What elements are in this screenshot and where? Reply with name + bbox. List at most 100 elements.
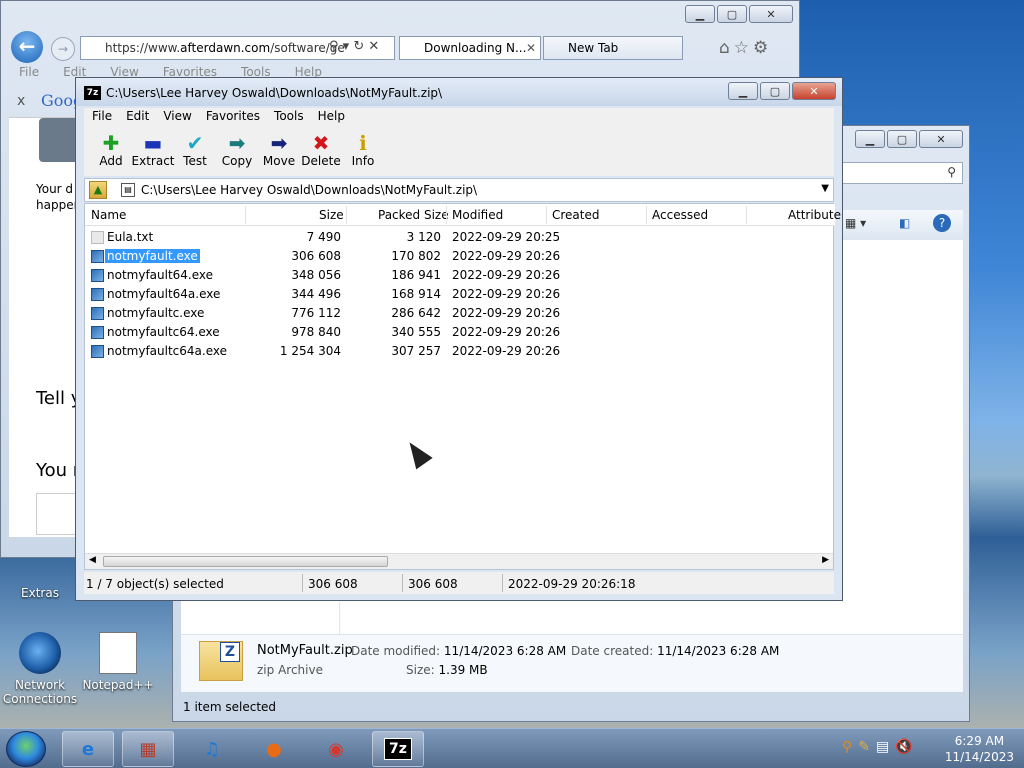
clock[interactable]: 6:29 AM 11/14/2023 <box>945 731 1014 767</box>
menu-favorites[interactable]: Favorites <box>206 109 260 127</box>
row-name: notmyfault64.exe <box>107 268 214 282</box>
start-button[interactable] <box>6 731 46 767</box>
menu-file[interactable]: File <box>19 65 39 79</box>
column-accessed[interactable]: Accessed <box>652 208 708 222</box>
taskbar-music-icon[interactable]: ♫ <box>186 731 238 767</box>
scroll-right-icon[interactable]: ▶ <box>822 555 829 565</box>
toolbar-close-icon[interactable]: x <box>17 93 25 109</box>
explorer-search-box[interactable]: ⚲ <box>823 162 963 184</box>
column-attributes[interactable]: Attribute <box>788 208 841 222</box>
row-size: 306 608 <box>291 249 341 263</box>
taskbar-store-icon[interactable]: ▦ <box>122 731 174 767</box>
scroll-left-icon[interactable]: ◀ <box>89 555 96 565</box>
table-row[interactable]: Eula.txt 7 490 3 120 2022-09-29 20:25 <box>85 228 835 247</box>
path-bar[interactable]: ▲ ▤ C:\Users\Lee Harvey Oswald\Downloads… <box>84 178 834 202</box>
help-icon[interactable]: ? <box>933 214 951 232</box>
menu-view[interactable]: View <box>163 109 191 127</box>
exe-file-icon <box>91 307 104 320</box>
table-row[interactable]: notmyfault64.exe 348 056 186 941 2022-09… <box>85 266 835 285</box>
sevenzip-app-icon: 7z <box>84 86 101 100</box>
network-tray-icon[interactable]: ▤ <box>876 739 895 755</box>
copy-arrow-icon: ➡ <box>228 131 246 155</box>
window-controls: ▁ ▢ ✕ <box>728 82 836 100</box>
volume-muted-icon[interactable]: 🔇 <box>895 739 918 755</box>
desktop-icon-network-connections[interactable]: Network Connections <box>0 632 80 706</box>
menu-file[interactable]: File <box>92 109 112 127</box>
copy-button[interactable]: ➡ Copy <box>216 128 258 176</box>
taskbar: e ▦ ♫ ● ◉ 7z ⚲✎▤🔇 6:29 AM 11/14/2023 <box>0 728 1024 768</box>
refresh-icon[interactable]: ↻ <box>353 39 364 54</box>
menu-tools[interactable]: Tools <box>274 109 304 127</box>
add-button[interactable]: ✚ Add <box>90 128 132 176</box>
minimize-button[interactable]: ▁ <box>685 5 715 23</box>
close-button[interactable]: ✕ <box>919 130 963 148</box>
table-row[interactable]: notmyfault64a.exe 344 496 168 914 2022-0… <box>85 285 835 304</box>
column-size[interactable]: Size <box>319 208 344 222</box>
settings-gear-icon[interactable]: ⚙ <box>753 38 772 58</box>
sevenzip-window[interactable]: 7z C:\Users\Lee Harvey Oswald\Downloads\… <box>75 77 843 601</box>
test-button[interactable]: ✔ Test <box>174 128 216 176</box>
path-dropdown-icon[interactable]: ▼ <box>821 183 829 194</box>
minimize-button[interactable]: ▁ <box>728 82 758 100</box>
desktop-icon-notepadpp[interactable]: Notepad++ <box>78 632 158 692</box>
table-row[interactable]: notmyfaultc64.exe 978 840 340 555 2022-0… <box>85 323 835 342</box>
favorites-star-icon[interactable]: ☆ <box>734 38 753 58</box>
dropdown-icon[interactable]: ▾ <box>343 39 350 54</box>
column-created[interactable]: Created <box>552 208 600 222</box>
extract-button[interactable]: ▬ Extract <box>132 128 175 176</box>
exe-file-icon <box>91 288 104 301</box>
view-options-icon[interactable]: ▦ ▾ <box>845 216 866 230</box>
taskbar-chrome-icon[interactable]: ◉ <box>310 731 362 767</box>
preview-pane-icon[interactable]: ◧ <box>899 216 910 230</box>
maximize-button[interactable]: ▢ <box>717 5 747 23</box>
search-icon[interactable]: ⚲ <box>329 39 339 54</box>
size-label: Size: <box>406 663 435 677</box>
address-actions: ⚲ ▾ ↻ ✕ <box>329 39 379 54</box>
tools-tray-icon[interactable]: ✎ <box>858 739 876 755</box>
maximize-button[interactable]: ▢ <box>887 130 917 148</box>
table-row[interactable]: notmyfaultc.exe 776 112 286 642 2022-09-… <box>85 304 835 323</box>
search-tray-icon[interactable]: ⚲ <box>842 739 858 755</box>
close-button[interactable]: ✕ <box>749 5 793 23</box>
column-modified[interactable]: Modified <box>452 208 503 222</box>
maximize-button[interactable]: ▢ <box>760 82 790 100</box>
table-row-selected[interactable]: notmyfault.exe 306 608 170 802 2022-09-2… <box>85 247 835 266</box>
horizontal-scrollbar[interactable]: ◀ ▶ <box>85 553 833 569</box>
menu-edit[interactable]: Edit <box>126 109 149 127</box>
details-file-name: NotMyFault.zip <box>257 643 353 658</box>
close-button[interactable]: ✕ <box>792 82 836 100</box>
folder-up-icon[interactable]: ▲ <box>89 181 107 199</box>
home-icon[interactable]: ⌂ <box>719 38 734 58</box>
row-packed: 307 257 <box>391 344 441 358</box>
check-icon: ✔ <box>186 131 204 155</box>
forward-button[interactable]: → <box>51 37 75 61</box>
table-row[interactable]: notmyfaultc64a.exe 1 254 304 307 257 202… <box>85 342 835 361</box>
tab-downloading[interactable]: Downloading N... ✕ <box>399 36 541 60</box>
taskbar-sevenzip-icon[interactable]: 7z <box>372 731 424 767</box>
move-button[interactable]: ➡ Move <box>258 128 300 176</box>
archive-path-icon: ▤ <box>121 183 135 197</box>
row-packed: 3 120 <box>406 230 441 244</box>
status-packed: 306 608 <box>408 577 458 591</box>
scrollbar-thumb[interactable] <box>103 556 388 567</box>
list-header: Name Size Packed Size Modified Created A… <box>85 204 841 226</box>
info-button[interactable]: ℹ Info <box>342 128 384 176</box>
column-name[interactable]: Name <box>91 208 126 222</box>
mouse-cursor-icon <box>401 436 433 470</box>
close-tab-icon[interactable]: ✕ <box>526 41 536 55</box>
taskbar-firefox-icon[interactable]: ● <box>248 731 300 767</box>
taskbar-ie-icon[interactable]: e <box>62 731 114 767</box>
stop-icon[interactable]: ✕ <box>368 39 379 54</box>
minimize-button[interactable]: ▁ <box>855 130 885 148</box>
delete-button[interactable]: ✖ Delete <box>300 128 342 176</box>
row-name: notmyfaultc.exe <box>107 306 205 320</box>
column-packed-size[interactable]: Packed Size <box>378 208 449 222</box>
page-text-1: Your d <box>36 182 74 196</box>
menu-help[interactable]: Help <box>318 109 345 127</box>
tab-label: Downloading N... <box>424 41 527 55</box>
back-button[interactable]: ← <box>11 31 43 63</box>
desktop-icon-label: Network Connections <box>2 678 78 706</box>
desktop-icon-extras[interactable]: Extras <box>0 560 80 600</box>
plus-icon: ✚ <box>102 131 120 155</box>
tab-new-tab[interactable]: New Tab <box>543 36 683 60</box>
